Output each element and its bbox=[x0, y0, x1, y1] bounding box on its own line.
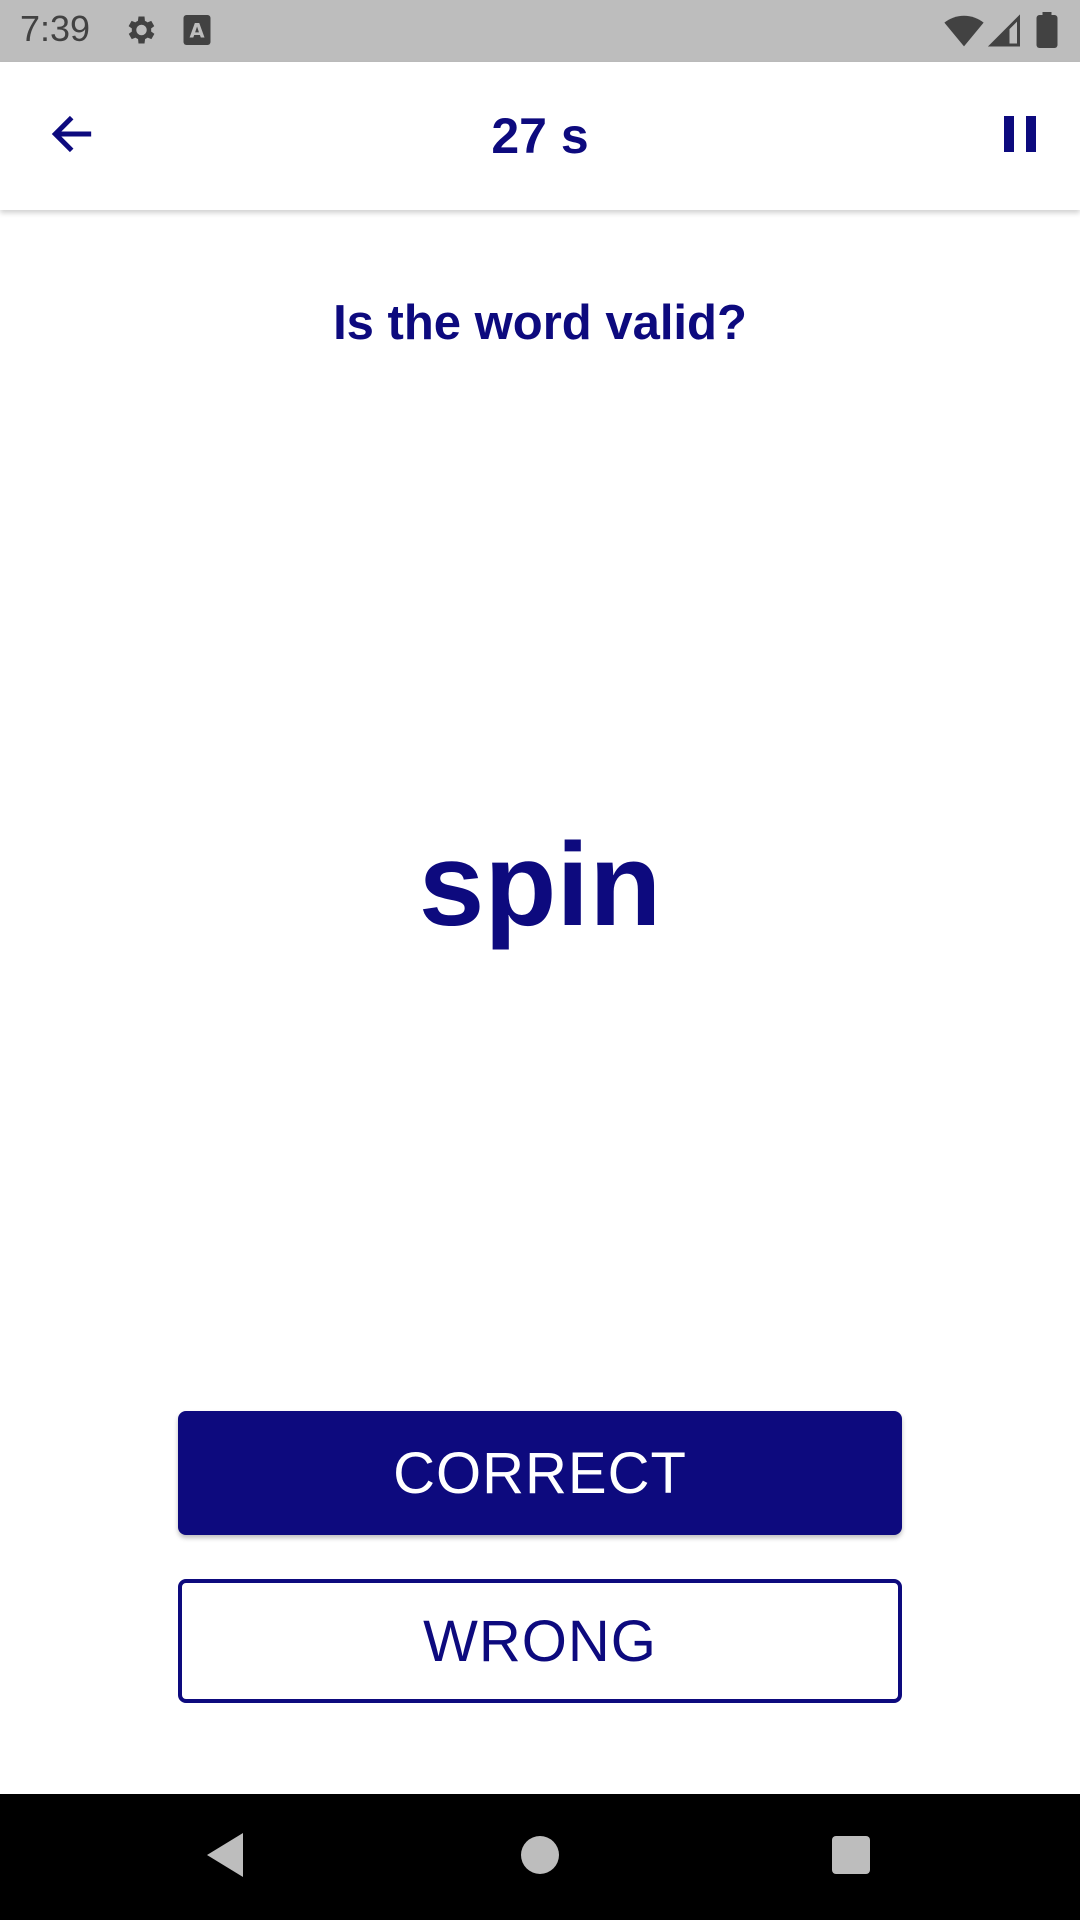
screen: 7:39 A 27 s Is the word valid? spin CORR… bbox=[0, 0, 1080, 1920]
wrong-button[interactable]: WRONG bbox=[178, 1579, 902, 1703]
nav-back-button[interactable] bbox=[190, 1822, 260, 1892]
quiz-word: spin bbox=[418, 819, 662, 951]
pause-button[interactable] bbox=[980, 100, 1060, 172]
timer-label: 27 s bbox=[491, 108, 589, 164]
navigation-bar bbox=[0, 1794, 1080, 1920]
home-circle-icon bbox=[520, 1835, 560, 1880]
nav-recents-button[interactable] bbox=[816, 1822, 886, 1892]
arrow-back-icon bbox=[47, 109, 97, 164]
pause-icon bbox=[1002, 114, 1038, 159]
correct-button[interactable]: CORRECT bbox=[178, 1411, 902, 1535]
back-button[interactable] bbox=[32, 100, 112, 172]
status-time: 7:39 bbox=[20, 8, 91, 49]
battery-icon bbox=[1036, 12, 1058, 53]
app-bar: 27 s bbox=[0, 62, 1080, 210]
gear-icon bbox=[122, 12, 158, 53]
recents-square-icon bbox=[831, 1835, 871, 1880]
wifi-icon bbox=[944, 12, 984, 53]
nav-home-button[interactable] bbox=[505, 1822, 575, 1892]
back-triangle-icon bbox=[203, 1831, 247, 1884]
question-label: Is the word valid? bbox=[333, 296, 747, 350]
svg-text:A: A bbox=[189, 20, 204, 43]
status-bar: 7:39 A bbox=[0, 0, 1080, 62]
keyboard-a-icon: A bbox=[182, 12, 212, 53]
signal-icon bbox=[987, 12, 1022, 53]
